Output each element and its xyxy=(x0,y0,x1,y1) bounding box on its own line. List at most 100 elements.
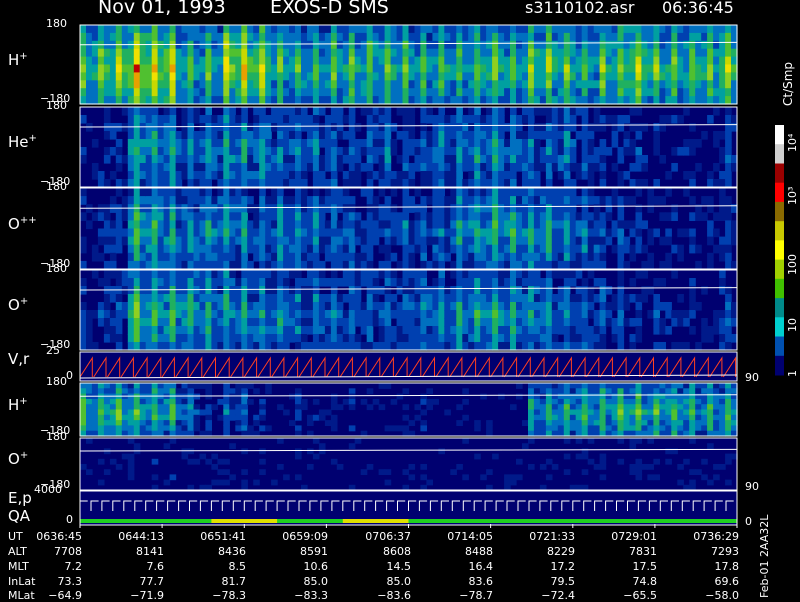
heatmap-cell xyxy=(307,342,314,351)
heatmap-cell xyxy=(599,383,607,389)
heatmap-cell xyxy=(169,115,177,124)
heatmap-cell xyxy=(193,88,201,97)
heatmap-cell xyxy=(420,286,427,295)
heatmap-cell xyxy=(581,32,589,42)
heatmap-cell xyxy=(420,80,427,89)
table-cell: 8229 xyxy=(547,545,575,558)
heatmap-cell xyxy=(725,318,732,327)
heatmap-cell xyxy=(516,40,523,50)
heatmap-cell xyxy=(545,388,553,395)
heatmap-cell xyxy=(713,420,720,426)
heatmap-cell xyxy=(587,334,595,343)
heatmap-cell xyxy=(307,464,314,470)
heatmap-cell xyxy=(504,278,511,287)
heatmap-cell xyxy=(80,155,87,164)
heatmap-cell xyxy=(689,398,696,405)
heatmap-cell xyxy=(438,171,445,180)
heatmap-cell xyxy=(259,171,266,180)
heatmap-cell xyxy=(665,212,672,221)
heatmap-cell xyxy=(701,131,708,140)
heatmap-cell xyxy=(187,318,195,327)
heatmap-cell xyxy=(80,48,87,58)
heatmap-cell xyxy=(360,48,368,58)
heatmap-cell xyxy=(103,147,111,156)
heatmap-cell xyxy=(492,64,499,73)
qa-segment xyxy=(342,519,409,523)
heatmap-cell xyxy=(366,123,374,132)
heatmap-cell xyxy=(330,96,338,105)
heatmap-cell xyxy=(181,260,189,270)
heatmap-cell xyxy=(468,123,475,132)
heatmap-cell xyxy=(510,212,517,221)
heatmap-cell xyxy=(539,48,547,58)
side-label: Feb-01 2AA32L xyxy=(758,514,771,598)
heatmap-cell xyxy=(581,409,589,416)
heatmap-cell xyxy=(653,48,660,58)
heatmap-cell xyxy=(689,72,696,81)
heatmap-cell xyxy=(617,80,625,89)
heatmap-cell xyxy=(719,212,726,221)
heatmap-cell xyxy=(295,425,302,432)
heatmap-cell xyxy=(599,404,607,411)
heatmap-cell xyxy=(522,139,529,148)
heatmap-cell xyxy=(701,72,708,81)
heatmap-cell xyxy=(277,147,284,156)
heatmap-cell xyxy=(175,334,183,343)
heatmap-cell xyxy=(223,398,230,405)
heatmap-cell xyxy=(450,32,457,42)
heatmap-cell xyxy=(318,212,326,221)
heatmap-cell xyxy=(635,414,643,421)
heatmap-cell xyxy=(510,334,517,343)
heatmap-cell xyxy=(295,107,302,116)
heatmap-cell xyxy=(551,318,559,327)
heatmap-cell xyxy=(492,147,499,156)
species-name: H xyxy=(8,395,20,414)
table-cell: 17.8 xyxy=(714,560,740,573)
heatmap-cell xyxy=(480,252,487,262)
heatmap-cell xyxy=(498,252,505,262)
heatmap-cell xyxy=(324,139,332,148)
heatmap-cell xyxy=(396,318,404,327)
heatmap-cell xyxy=(277,155,284,164)
heatmap-cell xyxy=(151,171,159,180)
heatmap-cell xyxy=(533,244,541,254)
heatmap-cell xyxy=(563,404,571,411)
heatmap-cell xyxy=(157,414,165,421)
heatmap-cell xyxy=(557,228,565,238)
heatmap-cell xyxy=(121,278,129,287)
heatmap-cell xyxy=(91,139,99,148)
heatmap-cell xyxy=(611,80,619,89)
heatmap-cell xyxy=(378,64,386,73)
heatmap-cell xyxy=(432,286,439,295)
heatmap-cell xyxy=(330,64,338,73)
heatmap-cell xyxy=(539,236,547,246)
heatmap-cell xyxy=(551,139,559,148)
heatmap-cell xyxy=(683,404,690,411)
heatmap-cell xyxy=(528,286,535,295)
heatmap-cell xyxy=(259,270,266,279)
heatmap-cell xyxy=(91,80,99,89)
heatmap-cell xyxy=(456,64,463,73)
heatmap-cell xyxy=(545,278,553,287)
heatmap-cell xyxy=(575,438,583,444)
heatmap-cell xyxy=(193,155,201,164)
heatmap-cell xyxy=(223,115,230,124)
heatmap-cell xyxy=(241,294,248,303)
heatmap-cell xyxy=(223,80,230,89)
heatmap-cell xyxy=(575,420,583,426)
heatmap-cell xyxy=(599,179,607,188)
heatmap-cell xyxy=(372,398,380,405)
heatmap-cell xyxy=(629,318,637,327)
heatmap-cell xyxy=(701,388,708,395)
heatmap-cell xyxy=(725,220,732,230)
heatmap-cell xyxy=(510,131,517,140)
heatmap-cell xyxy=(217,414,224,421)
heatmap-cell xyxy=(480,179,487,188)
heatmap-cell xyxy=(145,244,153,254)
heatmap-cell xyxy=(635,40,643,50)
heatmap-cell xyxy=(97,278,105,287)
heatmap-cell xyxy=(557,425,565,432)
heatmap-cell xyxy=(253,220,260,230)
heatmap-cell xyxy=(121,404,129,411)
heatmap-cell xyxy=(295,88,302,97)
